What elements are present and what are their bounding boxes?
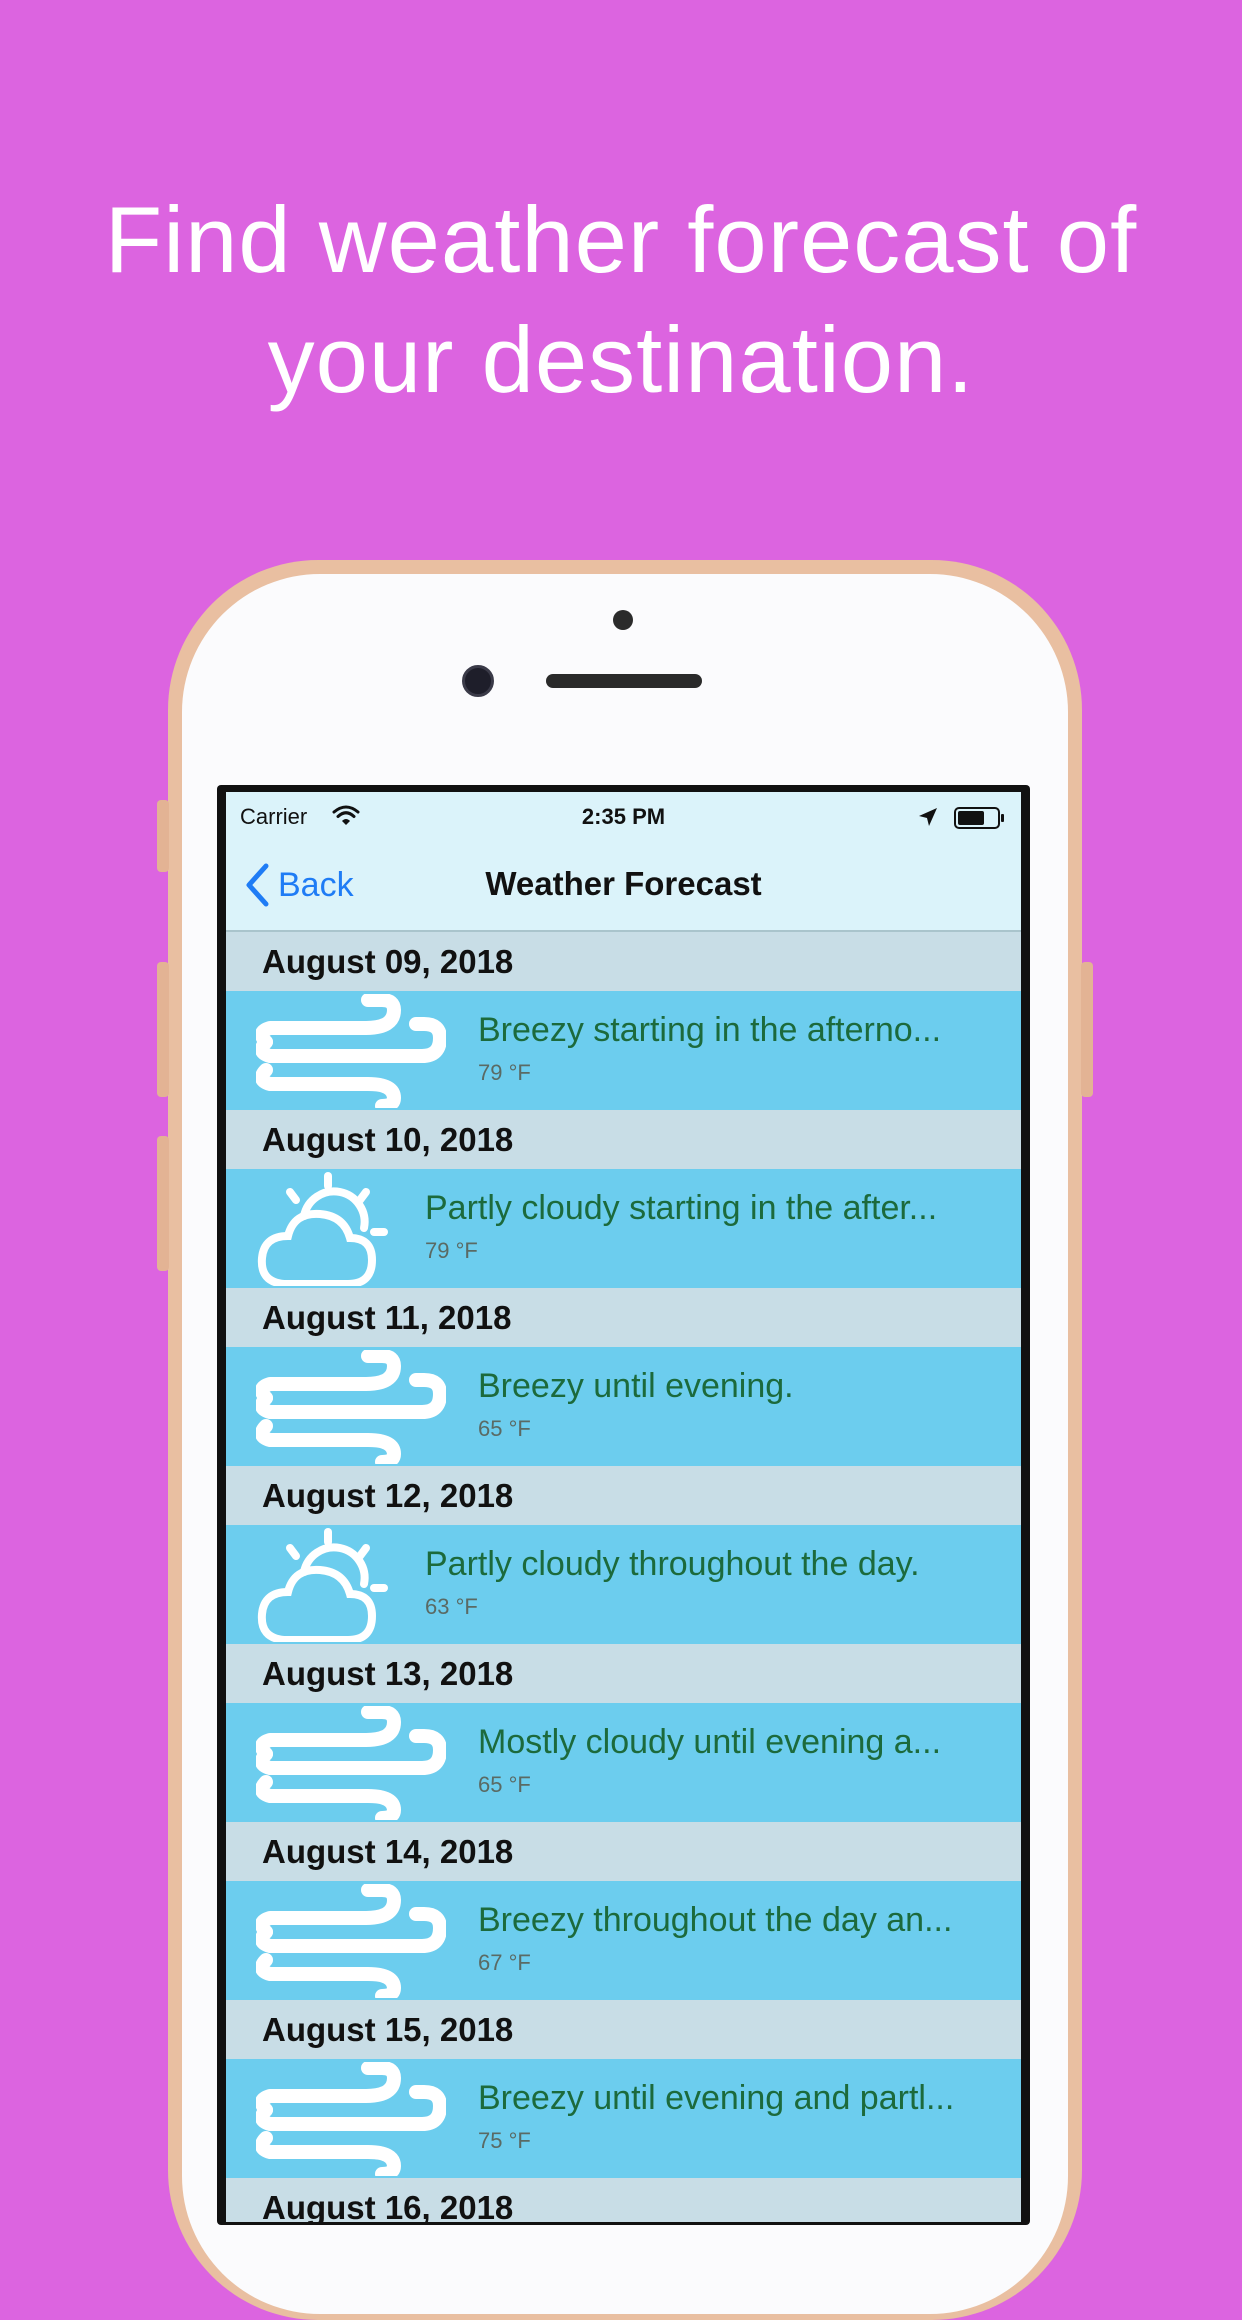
section-header-date: August 15, 2018 (226, 2000, 1021, 2059)
forecast-summary: Breezy throughout the day an... (478, 1901, 953, 1939)
wind-icon (256, 994, 446, 1108)
forecast-row[interactable]: Breezy until evening. 65 °F (226, 1347, 1021, 1466)
forecast-temperature: 79 °F (478, 1060, 531, 1085)
row-text: Partly cloudy starting in the after... 7… (425, 1189, 937, 1264)
status-time: 2:35 PM (581, 804, 666, 829)
forecast-list[interactable]: August 09, 2018 Breezy starting in the a… (226, 932, 1021, 2222)
headline: Find weather forecast of your destinatio… (0, 180, 1242, 420)
section-header-date: August 13, 2018 (226, 1644, 1021, 1703)
forecast-row[interactable]: Mostly cloudy until evening a... 65 °F (226, 1703, 1021, 1822)
phone-screen: Carrier 2:35 PM Back Weather Forecast Au… (226, 792, 1021, 2222)
headline-line-2: your destination. (267, 307, 975, 412)
forecast-summary: Breezy until evening. (478, 1367, 794, 1405)
forecast-summary: Breezy starting in the afterno... (478, 1011, 942, 1049)
forecast-row[interactable]: Partly cloudy starting in the after... 7… (226, 1169, 1021, 1288)
forecast-row[interactable]: Partly cloudy throughout the day. 63 °F (226, 1525, 1021, 1644)
section-header-date: August 16, 2018 (226, 2178, 1021, 2222)
row-text: Partly cloudy throughout the day. 63 °F (425, 1545, 920, 1620)
front-camera (462, 665, 494, 697)
page-title: Weather Forecast (485, 865, 762, 902)
row-text: Mostly cloudy until evening a... 65 °F (478, 1723, 941, 1798)
forecast-temperature: 65 °F (478, 1772, 531, 1797)
earpiece-speaker (546, 674, 702, 688)
forecast-summary: Partly cloudy starting in the after... (425, 1189, 938, 1227)
forecast-summary: Breezy until evening and partl... (478, 2079, 955, 2117)
proximity-sensor (613, 610, 633, 630)
forecast-summary: Mostly cloudy until evening a... (478, 1723, 942, 1761)
forecast-temperature: 67 °F (478, 1950, 531, 1975)
wind-icon (256, 1706, 446, 1820)
forecast-temperature: 65 °F (478, 1416, 531, 1441)
forecast-temperature: 63 °F (425, 1594, 478, 1619)
row-text: Breezy throughout the day an... 67 °F (478, 1901, 952, 1976)
row-text: Breezy until evening and partl... 75 °F (478, 2079, 954, 2154)
phone-silent-switch (157, 800, 169, 872)
forecast-summary: Partly cloudy throughout the day. (425, 1545, 920, 1583)
forecast-temperature: 79 °F (425, 1238, 478, 1263)
phone-volume-up-button (157, 962, 169, 1097)
section-header-date: August 10, 2018 (226, 1110, 1021, 1169)
forecast-temperature: 75 °F (478, 2128, 531, 2153)
wind-icon (256, 2062, 446, 2176)
section-header-date: August 14, 2018 (226, 1822, 1021, 1881)
phone-volume-down-button (157, 1136, 169, 1271)
section-header-date: August 11, 2018 (226, 1288, 1021, 1347)
phone-power-button (1081, 962, 1093, 1097)
row-text: Breezy starting in the afterno... 79 °F (478, 1011, 941, 1086)
forecast-row[interactable]: Breezy until evening and partl... 75 °F (226, 2059, 1021, 2178)
wind-icon (256, 1884, 446, 1998)
battery-icon (954, 807, 1004, 829)
navigation-bar: Carrier 2:35 PM Back Weather Forecast (226, 792, 1021, 932)
forecast-row[interactable]: Breezy starting in the afterno... 79 °F (226, 991, 1021, 1110)
headline-line-1: Find weather forecast of (104, 187, 1138, 292)
section-header-date: August 09, 2018 (226, 932, 1021, 991)
section-header-date: August 12, 2018 (226, 1466, 1021, 1525)
partly-cloudy-icon (257, 1528, 388, 1642)
partly-cloudy-icon (257, 1172, 388, 1286)
wind-icon (256, 1350, 446, 1464)
row-text: Breezy until evening. 65 °F (478, 1367, 794, 1442)
forecast-row[interactable]: Breezy throughout the day an... 67 °F (226, 1881, 1021, 2000)
location-arrow-icon (919, 808, 937, 826)
